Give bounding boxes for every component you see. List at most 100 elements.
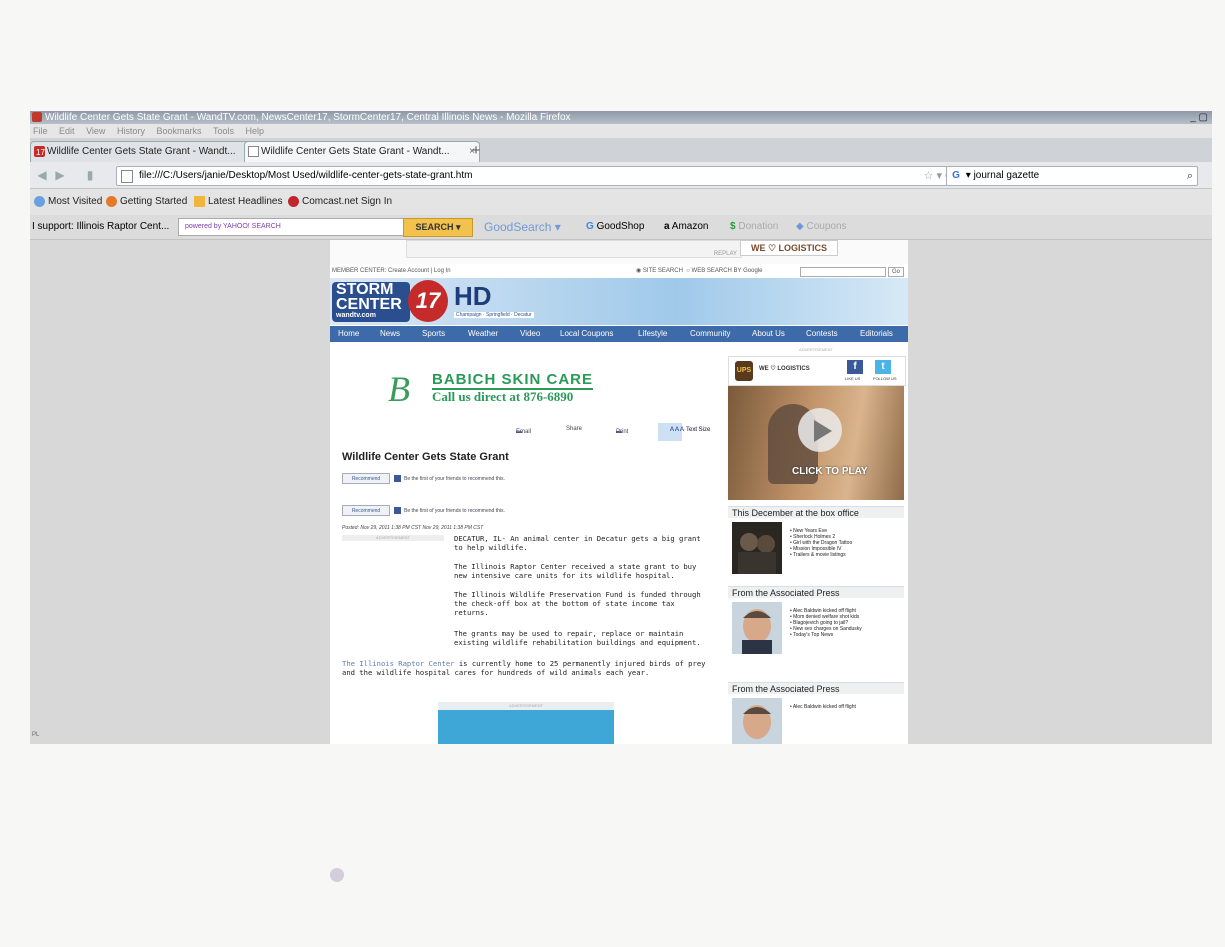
- menu-history[interactable]: History: [117, 126, 145, 136]
- article-paragraph-5: The Illinois Raptor Center is currently …: [342, 659, 714, 677]
- twitter-follow-icon[interactable]: t: [875, 360, 891, 374]
- recommend-text-1: Be the first of your friends to recommen…: [404, 475, 505, 482]
- google-engine-icon[interactable]: G: [949, 167, 963, 185]
- box-office-heading: This December at the box office: [728, 506, 904, 518]
- bookmark-label: Getting Started: [120, 196, 188, 207]
- bottom-ad-label: ADVERTISEMENT: [509, 703, 543, 708]
- size-letters-2: A A A: [670, 427, 685, 433]
- text-size-2: Text Size: [686, 427, 711, 433]
- bookmark-most-visited[interactable]: Most Visited: [34, 189, 102, 215]
- nav-local-coupons[interactable]: Local Coupons: [560, 326, 613, 342]
- recommend-row-2: Recommend Be the first of your friends to…: [342, 505, 505, 516]
- text-size-buttons[interactable]: A A AA A A: [658, 423, 685, 441]
- menu-bar: File Edit View History Bookmarks Tools H…: [30, 124, 1212, 138]
- window-controls[interactable]: _ ▢: [1190, 111, 1208, 124]
- page-favicon-icon: [248, 146, 259, 157]
- site-search-input[interactable]: [800, 267, 886, 277]
- menu-edit[interactable]: Edit: [59, 126, 75, 136]
- back-button[interactable]: ◀: [34, 167, 50, 183]
- site-identity-icon: [121, 170, 133, 183]
- menu-help[interactable]: Help: [246, 126, 265, 136]
- logo-center-text: CENTER: [336, 296, 402, 313]
- nav-home[interactable]: Home: [338, 326, 359, 342]
- web-search-label: WEB SEARCH BY Google: [691, 268, 763, 274]
- nav-video[interactable]: Video: [520, 326, 540, 342]
- nav-editorials[interactable]: Editorials: [860, 326, 893, 342]
- site-search-radio[interactable]: ◉ SITE SEARCH ○ WEB SEARCH BY Google: [636, 265, 762, 277]
- sherlock-holmes-poster-icon[interactable]: [732, 522, 782, 574]
- member-center-links[interactable]: MEMBER CENTER: Create Account | Log In: [332, 265, 451, 277]
- forward-button[interactable]: ▶: [52, 167, 68, 183]
- alec-baldwin-photo-2-icon[interactable]: [732, 698, 782, 744]
- search-magnifier-icon[interactable]: ⌕: [1187, 167, 1193, 185]
- babich-skin-care-ad[interactable]: B BABICH SKIN CARE Call us direct at 876…: [388, 371, 644, 407]
- ups-logo[interactable]: UPS: [735, 361, 753, 381]
- nav-news[interactable]: News: [380, 326, 400, 342]
- goodsearch-toolbar: I support: Illinois Raptor Cent... power…: [30, 215, 1212, 240]
- menu-tools[interactable]: Tools: [213, 126, 234, 136]
- bookmark-comcast[interactable]: Comcast.net Sign In: [288, 189, 392, 215]
- share-button[interactable]: Share: [566, 426, 582, 432]
- page-viewport: REPLAY WE ♡ LOGISTICS MEMBER CENTER: Cre…: [30, 240, 1212, 744]
- article-paragraph-2: The Illinois Raptor Center received a st…: [454, 562, 697, 580]
- nav-lifestyle[interactable]: Lifestyle: [638, 326, 667, 342]
- feed-icon[interactable]: ▮: [82, 167, 98, 183]
- video-player[interactable]: CLICK TO PLAY: [728, 386, 904, 500]
- ap-news-item[interactable]: Alec Baldwin kicked off flight: [790, 704, 856, 710]
- tab-1[interactable]: 17 Wildlife Center Gets State Grant - Wa…: [30, 141, 258, 163]
- support-cause[interactable]: I support: Illinois Raptor Cent...: [32, 215, 169, 239]
- box-office-item[interactable]: Trailers & movie listings: [790, 552, 852, 558]
- navigation-toolbar: ◀ ▶ ▮ file:///C:/Users/janie/Desktop/Mos…: [30, 162, 1212, 189]
- recommend-button-2[interactable]: Recommend: [342, 505, 390, 516]
- ap-news-item[interactable]: Today's Top News: [790, 632, 862, 638]
- site-nav: Home News Sports Weather Video Local Cou…: [330, 326, 908, 342]
- amazon-button[interactable]: a Amazon: [664, 215, 708, 239]
- facebook-like-icon[interactable]: f: [847, 360, 863, 374]
- babich-ad-title: BABICH SKIN CARE: [432, 371, 594, 390]
- goodsearch-button[interactable]: GoodSearch ▾: [484, 215, 561, 239]
- menu-file[interactable]: File: [33, 126, 48, 136]
- firefox-window: Wildlife Center Gets State Grant - WandT…: [30, 111, 1212, 744]
- tab-2[interactable]: Wildlife Center Gets State Grant - Wandt…: [244, 141, 480, 163]
- nav-community[interactable]: Community: [690, 326, 730, 342]
- bottom-advertisement[interactable]: ADVERTISEMENT: [438, 702, 614, 744]
- amazon-label: Amazon: [671, 221, 709, 232]
- alec-baldwin-photo-icon[interactable]: [732, 602, 782, 654]
- ap-news-list-2: Alec Baldwin kicked off flight: [790, 704, 856, 710]
- bookmarks-toolbar: Most Visited Getting Started Latest Head…: [30, 189, 1212, 215]
- svg-text:17: 17: [36, 148, 45, 157]
- top-logistics-ad[interactable]: WE ♡ LOGISTICS: [740, 240, 838, 256]
- donation-button[interactable]: $ Donation: [730, 215, 778, 239]
- nav-sports[interactable]: Sports: [422, 326, 445, 342]
- coupons-button[interactable]: ◆ Coupons: [796, 215, 847, 239]
- firefox-icon: [32, 112, 42, 122]
- address-bar[interactable]: file:///C:/Users/janie/Desktop/Most Used…: [116, 166, 958, 186]
- yahoo-search-input[interactable]: powered by YAHOO! SEARCH: [178, 218, 408, 236]
- recommend-row-1: Recommend Be the first of your friends to…: [342, 473, 505, 484]
- coupons-label: Coupons: [806, 221, 847, 232]
- bookmark-getting-started[interactable]: Getting Started: [106, 189, 187, 215]
- nav-about-us[interactable]: About Us: [752, 326, 785, 342]
- top-banner-ad[interactable]: REPLAY: [406, 240, 742, 258]
- ap-heading-2: From the Associated Press: [728, 682, 904, 694]
- nav-weather[interactable]: Weather: [468, 326, 498, 342]
- menu-view[interactable]: View: [86, 126, 105, 136]
- goodshop-button[interactable]: G GoodShop: [586, 215, 644, 239]
- new-tab-button[interactable]: +: [466, 142, 486, 160]
- search-bar[interactable]: G ▾ journal gazette ⌕: [946, 166, 1198, 186]
- logo-domain: wandtv.com: [336, 312, 376, 319]
- title-bar: Wildlife Center Gets State Grant - WandT…: [30, 111, 1212, 124]
- address-url: file:///C:/Users/janie/Desktop/Most Used…: [139, 170, 473, 181]
- bookmark-latest-headlines[interactable]: Latest Headlines: [194, 189, 283, 215]
- go-button[interactable]: Go: [888, 267, 904, 277]
- babich-monogram: B: [388, 369, 410, 409]
- raptor-center-link[interactable]: The Illinois Raptor Center: [342, 659, 455, 668]
- recommend-button-1[interactable]: Recommend: [342, 473, 390, 484]
- email-label: Email: [516, 429, 532, 435]
- ap-news-list: Alec Baldwin kicked off flight Mom denie…: [790, 608, 862, 638]
- yahoo-search-button[interactable]: SEARCH ▾: [403, 218, 473, 237]
- storm-center-logo[interactable]: STORM CENTER wandtv.com: [332, 282, 410, 322]
- babich-ad-phone: Call us direct at 876-6890: [432, 389, 574, 404]
- menu-bookmarks[interactable]: Bookmarks: [156, 126, 201, 136]
- nav-contests[interactable]: Contests: [806, 326, 838, 342]
